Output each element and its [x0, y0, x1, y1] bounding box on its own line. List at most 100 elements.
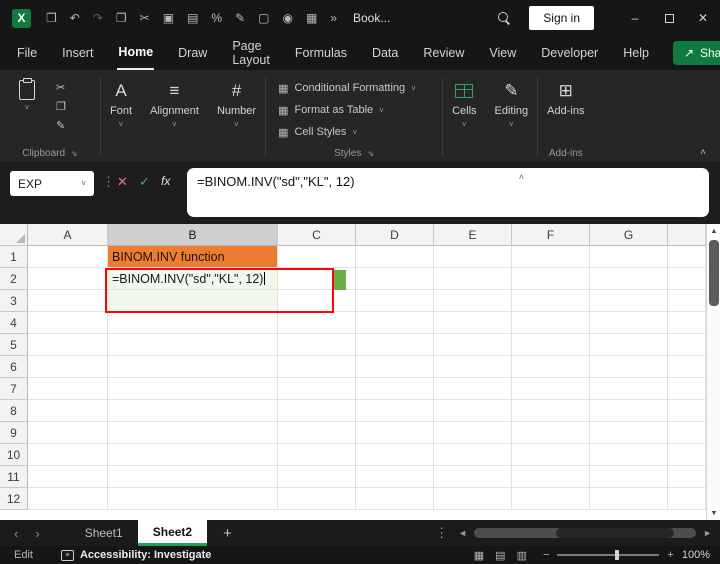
tab-data[interactable]: Data [371, 37, 399, 69]
search-icon[interactable] [497, 11, 511, 25]
cell-E3[interactable] [434, 290, 512, 312]
undo-icon[interactable]: ↶ [70, 11, 80, 25]
cell-G8[interactable] [590, 400, 668, 422]
row-header-3[interactable]: 3 [0, 290, 28, 312]
cell-A5[interactable] [28, 334, 108, 356]
cell-G12[interactable] [590, 488, 668, 510]
row-header-1[interactable]: 1 [0, 246, 28, 268]
share-button[interactable]: ↗ Share ˅ [672, 41, 720, 65]
hscroll-left-icon[interactable]: ◄ [458, 528, 467, 538]
col-header-F[interactable]: F [512, 224, 590, 246]
cell-C1[interactable] [278, 246, 356, 268]
cell-G1[interactable] [590, 246, 668, 268]
cell-F8[interactable] [512, 400, 590, 422]
excel-logo-icon[interactable]: X [12, 8, 31, 28]
close-button[interactable]: ✕ [686, 0, 720, 36]
col-header-B[interactable]: B [108, 224, 278, 246]
hscroll-right-icon[interactable]: ► [703, 528, 712, 538]
sheet-tab-sheet1[interactable]: Sheet1 [70, 520, 138, 546]
tab-insert[interactable]: Insert [61, 37, 94, 69]
conditional-formatting-button[interactable]: ▦ Conditional Formatting ˅ [278, 78, 442, 98]
horizontal-scrollbar[interactable]: ◄ ► [458, 520, 712, 546]
cell-G5[interactable] [590, 334, 668, 356]
paste-icon[interactable]: ▤ [187, 11, 198, 25]
cell-F5[interactable] [512, 334, 590, 356]
col-header-C[interactable]: C [278, 224, 356, 246]
cell-D6[interactable] [356, 356, 434, 378]
more-commands-icon[interactable]: » [330, 11, 337, 25]
cell-B5[interactable] [108, 334, 278, 356]
row-header-11[interactable]: 11 [0, 466, 28, 488]
document-icon[interactable]: ▢ [258, 11, 269, 25]
format-as-table-button[interactable]: ▦ Format as Table ˅ [278, 100, 442, 120]
zoom-in-button[interactable]: + [667, 549, 673, 561]
cell-G2[interactable] [590, 268, 668, 290]
number-group-button[interactable]: # Number ˅ [208, 78, 265, 162]
copy-icon[interactable]: ❐ [116, 11, 127, 25]
col-header-G[interactable]: G [590, 224, 668, 246]
redo-icon[interactable]: ↷ [93, 11, 103, 25]
cell-C11[interactable] [278, 466, 356, 488]
cell-E10[interactable] [434, 444, 512, 466]
cell-B6[interactable] [108, 356, 278, 378]
cell-C3[interactable] [278, 290, 356, 312]
cell-E12[interactable] [434, 488, 512, 510]
cell-B9[interactable] [108, 422, 278, 444]
maximize-button[interactable] [652, 0, 686, 36]
row-header-10[interactable]: 10 [0, 444, 28, 466]
cell-A8[interactable] [28, 400, 108, 422]
row-header-8[interactable]: 8 [0, 400, 28, 422]
cell-A9[interactable] [28, 422, 108, 444]
cell-C7[interactable] [278, 378, 356, 400]
format-painter-button[interactable]: ✎ [56, 119, 66, 132]
cell-E7[interactable] [434, 378, 512, 400]
cell-B8[interactable] [108, 400, 278, 422]
tab-file[interactable]: File [16, 37, 38, 69]
drag-handle-icon[interactable]: ⋮ [102, 174, 115, 190]
name-box[interactable]: EXP ˅ [10, 171, 94, 196]
cell-D12[interactable] [356, 488, 434, 510]
row-header-2[interactable]: 2 [0, 268, 28, 290]
cell-A12[interactable] [28, 488, 108, 510]
cell-G7[interactable] [590, 378, 668, 400]
zoom-slider-thumb[interactable] [615, 550, 620, 560]
cell-B1[interactable]: BINOM.INV function [108, 246, 278, 268]
sheet-tab-sheet2[interactable]: Sheet2 [137, 520, 208, 546]
cell-A10[interactable] [28, 444, 108, 466]
tab-draw[interactable]: Draw [177, 37, 208, 69]
cell-A1[interactable] [28, 246, 108, 268]
vertical-scrollbar[interactable]: ▲ ▼ [706, 224, 720, 520]
camera-icon[interactable]: ◉ [282, 11, 292, 25]
cell-F2[interactable] [512, 268, 590, 290]
cell-E5[interactable] [434, 334, 512, 356]
row-header-7[interactable]: 7 [0, 378, 28, 400]
sheet-bar-dots-icon[interactable]: ⋮ [435, 520, 448, 546]
cell-D3[interactable] [356, 290, 434, 312]
cell-G3[interactable] [590, 290, 668, 312]
cell-C4[interactable] [278, 312, 356, 334]
cell-G4[interactable] [590, 312, 668, 334]
scroll-up-icon[interactable]: ▲ [707, 224, 720, 238]
cells-group-button[interactable]: Cells ˅ [443, 78, 485, 162]
cell-B7[interactable] [108, 378, 278, 400]
cell-B2[interactable]: =BINOM.INV("sd","KL", 12) [108, 268, 278, 290]
styles-dialog-launcher-icon[interactable]: ⇘ [367, 149, 374, 158]
cell-E2[interactable] [434, 268, 512, 290]
picture-icon[interactable]: ▣ [163, 11, 174, 25]
cell-C5[interactable] [278, 334, 356, 356]
hscroll-track[interactable] [474, 528, 697, 538]
cell-E1[interactable] [434, 246, 512, 268]
hscroll-thumb[interactable] [556, 528, 675, 538]
cell-F12[interactable] [512, 488, 590, 510]
cell-E11[interactable] [434, 466, 512, 488]
formula-bar-collapse-icon[interactable]: ˄ [519, 172, 524, 182]
signin-button[interactable]: Sign in [529, 6, 594, 30]
cell-D5[interactable] [356, 334, 434, 356]
cell-D11[interactable] [356, 466, 434, 488]
cell-A3[interactable] [28, 290, 108, 312]
zoom-level[interactable]: 100% [682, 549, 710, 561]
format-painter-icon[interactable]: ✎ [235, 11, 245, 25]
cell-styles-button[interactable]: ▦ Cell Styles ˅ [278, 122, 442, 142]
cell-E8[interactable] [434, 400, 512, 422]
cancel-entry-button[interactable]: ✕ [117, 174, 128, 190]
